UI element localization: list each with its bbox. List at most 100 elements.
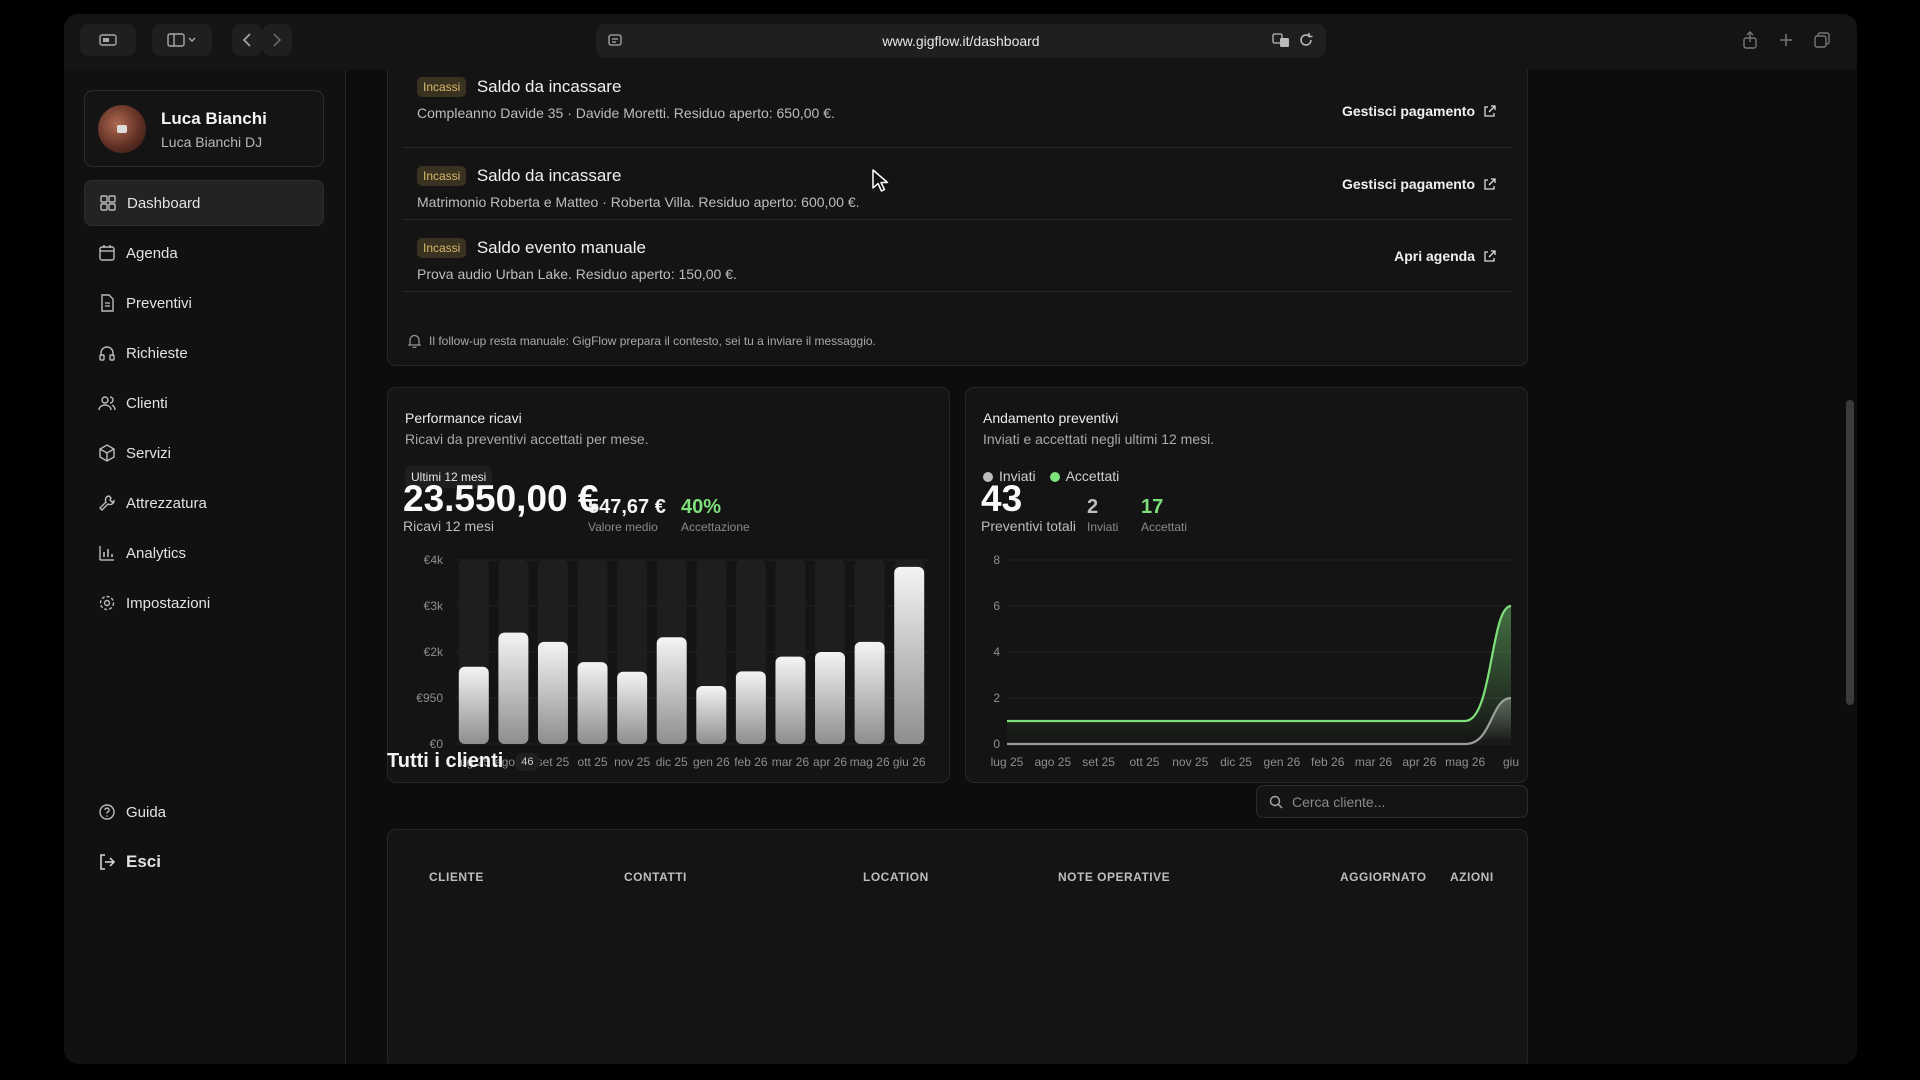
help-icon <box>99 804 115 820</box>
sidebar-item-label: Attrezzatura <box>126 494 207 512</box>
browser-toolbar: www.gigflow.it/dashboard <box>64 14 1857 70</box>
document-icon <box>101 294 114 312</box>
sidebar-nav: Dashboard Agenda Preventivi Richieste Cl… <box>84 180 324 630</box>
chevron-right-icon <box>273 33 282 47</box>
y-tick-label: 0 <box>993 737 1000 751</box>
sidebar-item-label: Dashboard <box>127 194 201 212</box>
y-tick-label: 8 <box>993 553 1000 567</box>
mouse-cursor-icon <box>872 169 889 192</box>
wrench-icon <box>99 495 115 511</box>
x-tick-label: dic 25 <box>1220 755 1252 769</box>
manage-payment-button[interactable]: Gestisci pagamento <box>1342 176 1496 192</box>
clients-section-title: Tutti i clienti 46 <box>387 750 540 773</box>
followup-note: Il follow-up resta manuale: GigFlow prep… <box>408 334 876 348</box>
client-search[interactable] <box>1256 785 1528 818</box>
sidebar-item-impostazioni[interactable]: Impostazioni <box>84 580 324 626</box>
bar-chart-icon <box>99 546 114 561</box>
sidebar-item-label: Servizi <box>126 444 172 462</box>
payment-description: Compleanno Davide 35 · Davide Moretti. R… <box>417 105 835 121</box>
profile-name: Luca Bianchi <box>161 109 267 128</box>
share-button[interactable] <box>1736 24 1764 56</box>
quotes-card: Andamento preventivi Inviati e accettati… <box>965 387 1528 783</box>
payment-title: Saldo evento manuale <box>476 238 646 257</box>
search-icon <box>1269 795 1283 808</box>
profile-card[interactable]: Luca Bianchi Luca Bianchi DJ <box>84 90 324 167</box>
open-agenda-button[interactable]: Apri agenda <box>1394 248 1496 264</box>
sidebar-item-guida[interactable]: Guida <box>84 789 324 835</box>
main-content: Incassi Saldo da incassare Compleanno Da… <box>346 70 1857 1064</box>
tab-overview-button[interactable] <box>1808 24 1836 56</box>
sidebar-item-agenda[interactable]: Agenda <box>84 230 324 276</box>
address-bar[interactable]: www.gigflow.it/dashboard <box>596 24 1326 58</box>
logout-icon <box>100 854 116 870</box>
sidebar-item-dashboard[interactable]: Dashboard <box>84 180 324 226</box>
external-link-icon <box>1484 177 1496 190</box>
search-input[interactable] <box>1292 793 1512 810</box>
new-tab-button[interactable] <box>1772 24 1800 56</box>
translate-icon[interactable] <box>1272 32 1290 48</box>
x-tick-label: apr 26 <box>1402 755 1436 769</box>
gear-icon <box>99 595 115 611</box>
column-header-location[interactable]: LOCATION <box>863 870 929 884</box>
plus-icon <box>1780 34 1792 46</box>
window-menu-button[interactable] <box>80 24 136 56</box>
sidebar-item-attrezzatura[interactable]: Attrezzatura <box>84 480 324 526</box>
y-tick-label: 6 <box>993 599 1000 613</box>
action-label: Gestisci pagamento <box>1341 103 1475 119</box>
calendar-icon <box>99 245 115 261</box>
bar <box>735 671 766 744</box>
y-tick-label: €2k <box>424 645 444 659</box>
column-header-azioni[interactable]: AZIONI <box>1450 870 1494 884</box>
app-sidebar: Luca Bianchi Luca Bianchi DJ Dashboard A… <box>64 70 346 1064</box>
x-tick-label: gen 26 <box>693 755 730 769</box>
profile-subtitle: Luca Bianchi DJ <box>161 134 263 150</box>
x-tick-label: ott 25 <box>1129 755 1159 769</box>
payment-title: Saldo da incassare <box>476 166 622 185</box>
clients-count-badge: 46 <box>515 752 540 771</box>
sidebar-item-preventivi[interactable]: Preventivi <box>84 280 324 326</box>
x-tick-label: nov 25 <box>614 755 650 769</box>
forward-button[interactable] <box>262 24 292 56</box>
dashboard-icon <box>100 195 116 211</box>
x-tick-label: nov 25 <box>1172 755 1208 769</box>
action-label: Apri agenda <box>1394 248 1475 264</box>
sidebar-item-label: Impostazioni <box>126 594 211 612</box>
note-text: Il follow-up resta manuale: GigFlow prep… <box>429 334 876 348</box>
sidebar-item-clienti[interactable]: Clienti <box>84 380 324 426</box>
sidebar-item-analytics[interactable]: Analytics <box>84 530 324 576</box>
sidebar-item-servizi[interactable]: Servizi <box>84 430 324 476</box>
sidebar-toggle-button[interactable] <box>152 24 212 56</box>
payment-description: Prova audio Urban Lake. Residuo aperto: … <box>417 266 737 282</box>
payment-row: Incassi Saldo evento manuale Prova audio… <box>403 220 1512 292</box>
chevron-left-icon <box>242 33 251 47</box>
x-tick-label: dic 25 <box>656 755 688 769</box>
manage-payment-button[interactable]: Gestisci pagamento <box>1342 103 1496 119</box>
column-header-aggiornato[interactable]: AGGIORNATO <box>1340 870 1427 884</box>
bar <box>775 656 806 744</box>
bar <box>577 662 608 744</box>
x-tick-label: gen 26 <box>1264 755 1301 769</box>
bar <box>537 641 568 744</box>
x-tick-label: giu <box>1503 755 1519 769</box>
page-settings-icon <box>608 34 622 46</box>
y-tick-label: €0 <box>430 737 444 751</box>
x-tick-label: ago 25 <box>1034 755 1071 769</box>
box-icon <box>99 444 115 462</box>
column-header-contatti[interactable]: CONTATTI <box>624 870 687 884</box>
logout-button[interactable]: Esci <box>84 839 324 885</box>
sidebar-item-richieste[interactable]: Richieste <box>84 330 324 376</box>
reload-icon[interactable] <box>1298 32 1314 48</box>
sidebar-item-label: Guida <box>126 803 167 821</box>
x-tick-label: set 25 <box>1082 755 1115 769</box>
column-header-note[interactable]: NOTE OPERATIVE <box>1058 870 1170 884</box>
external-link-icon <box>1484 249 1496 262</box>
tabs-icon <box>1814 32 1830 48</box>
status-badge: Incassi <box>417 238 467 258</box>
url-text: www.gigflow.it/dashboard <box>882 33 1040 49</box>
page-scrollbar[interactable] <box>1846 400 1854 705</box>
column-header-cliente[interactable]: CLIENTE <box>429 870 484 884</box>
payments-card: Incassi Saldo da incassare Compleanno Da… <box>387 70 1528 366</box>
x-tick-label: lug 25 <box>991 755 1024 769</box>
back-button[interactable] <box>232 24 262 56</box>
external-link-icon <box>1484 104 1496 117</box>
